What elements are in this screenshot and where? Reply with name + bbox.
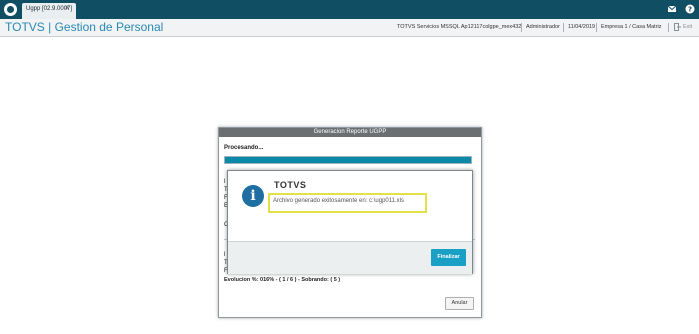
header-divider [521,23,522,32]
date-label: 11/04/2019 [568,24,596,30]
header-divider [668,23,669,32]
obscured-text: l [224,252,226,258]
progress-fill [225,157,471,163]
message-footer: Finalizar [228,241,472,274]
exit-icon[interactable] [674,23,681,31]
message-text: Archivo generado exitosamente en: c:\ugp… [273,198,404,204]
app-title: TOTVS | Gestion de Personal [5,20,164,34]
cancel-button[interactable]: Anular [445,297,474,310]
exit-button[interactable]: Exit [683,24,692,30]
message-title: TOTVS [274,180,307,190]
header-divider [596,23,597,32]
message-box: i TOTVS Archivo generado exitosamente en… [227,170,473,274]
obscured-text: l [224,179,226,185]
user-label: Administrador [526,24,560,30]
tab-close-icon[interactable]: × [65,5,69,12]
app-header: TOTVS | Gestion de Personal TOTVS Servic… [0,19,699,37]
environment-label: TOTVS Servicios MSSQL Ap12117colgpe_mex4… [397,24,522,30]
evolution-status: Evolucion %: 016% - ( 1 / 6 ) - Sobrando… [224,277,341,283]
help-icon[interactable]: ? [685,4,695,14]
info-icon: i [242,185,264,207]
svg-text:?: ? [688,6,692,14]
tab-ugpp[interactable]: Ugpp [02.9.0007] × [22,3,76,19]
progress-bar [224,156,472,164]
finish-button[interactable]: Finalizar [431,249,466,266]
logo-icon [4,3,17,16]
header-divider [563,23,564,32]
processing-label: Procesando... [224,145,264,151]
dialog-title: Generacion Reporte UGPP [219,128,481,137]
top-bar: Ugpp [02.9.0007] × ? [0,0,699,19]
company-label[interactable]: Empresa 1 / Casa Matriz [601,24,662,30]
mail-icon[interactable] [667,4,677,14]
